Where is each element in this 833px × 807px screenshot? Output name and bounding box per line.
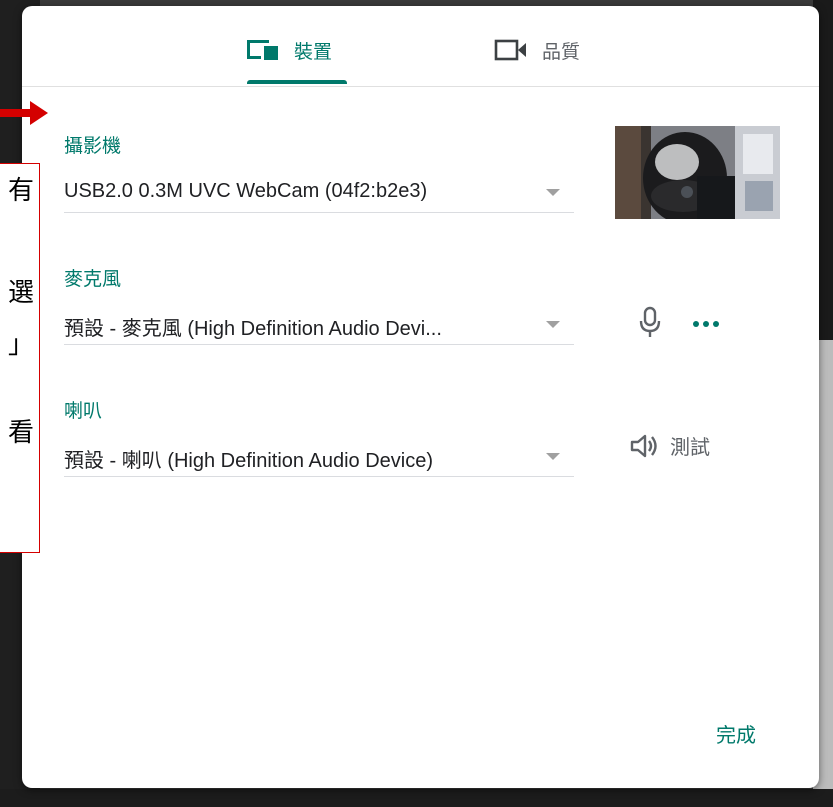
speaker-label: 喇叭 xyxy=(64,401,103,422)
microphone-icon xyxy=(639,306,661,337)
dropdown-arrow-icon xyxy=(546,189,560,196)
more-options-button[interactable] xyxy=(692,316,720,334)
annotation-char: 」 xyxy=(8,330,35,360)
microphone-select-value: 預設 - 麥克風 (High Definition Audio Devi... xyxy=(64,318,442,340)
annotation-char: 看 xyxy=(8,418,35,448)
microphone-select[interactable]: 預設 - 麥克風 (High Definition Audio Devi... xyxy=(64,306,574,345)
dropdown-arrow-icon xyxy=(546,453,560,460)
camera-select-value: USB2.0 0.3M UVC WebCam (04f2:b2e3) xyxy=(64,180,428,202)
speaker-test-label: 測試 xyxy=(670,437,710,459)
done-button[interactable]: 完成 xyxy=(716,719,756,748)
camera-label: 攝影機 xyxy=(64,136,122,157)
background-bottom xyxy=(0,789,833,807)
volume-icon xyxy=(630,434,657,457)
speaker-test-button[interactable]: 測試 xyxy=(630,431,710,460)
speaker-select[interactable]: 預設 - 喇叭 (High Definition Audio Device) xyxy=(64,438,574,477)
tab-quality[interactable]: 品質 xyxy=(494,30,580,70)
more-horiz-icon xyxy=(693,321,719,327)
microphone-label: 麥克風 xyxy=(64,269,122,290)
camera-select[interactable]: USB2.0 0.3M UVC WebCam (04f2:b2e3) xyxy=(64,174,574,213)
annotation-char: 選 xyxy=(8,278,35,308)
devices-icon xyxy=(247,40,278,60)
tab-quality-label: 品質 xyxy=(542,41,581,63)
dropdown-arrow-icon xyxy=(546,321,560,328)
videocam-icon xyxy=(494,39,526,61)
annotation-char: 有 xyxy=(8,176,35,206)
tab-devices-label: 裝置 xyxy=(294,41,333,63)
tab-bar: 裝置 品質 xyxy=(22,6,819,87)
camera-preview xyxy=(615,126,780,219)
annotation-arrow-icon xyxy=(0,101,48,125)
settings-dialog: 裝置 品質 攝影機 USB2.0 0.3M UVC WebCam (04f2:b… xyxy=(22,6,819,788)
active-tab-indicator xyxy=(247,80,347,84)
tab-devices[interactable]: 裝置 xyxy=(246,30,332,70)
microphone-test-button[interactable] xyxy=(638,306,662,343)
annotation-callout: 有 選 」 看 xyxy=(0,163,40,553)
speaker-select-value: 預設 - 喇叭 (High Definition Audio Device) xyxy=(64,450,434,472)
